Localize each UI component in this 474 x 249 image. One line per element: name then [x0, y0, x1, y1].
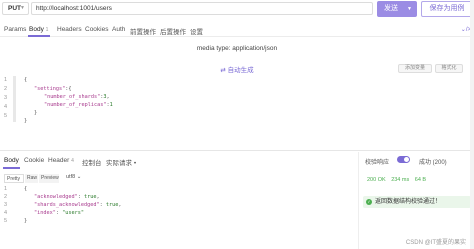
tab-settings[interactable]: 设置 — [190, 26, 203, 36]
tab-cookies[interactable]: Cookies — [85, 26, 108, 33]
validation-message: 返回数据结构校验通过！ — [375, 199, 442, 205]
tab-body[interactable]: Body 1 — [29, 26, 48, 33]
line-number: 1 — [4, 77, 8, 83]
active-tab-indicator — [3, 167, 20, 169]
indent-guide — [13, 76, 16, 122]
code-line: } — [34, 110, 38, 116]
chevron-down-icon: ▼ — [407, 6, 412, 12]
tab-response-header[interactable]: Header 4 — [48, 157, 74, 164]
tab-post-actions[interactable]: 后置操作 — [160, 26, 186, 36]
code-line: "settings":{ — [34, 86, 72, 92]
line-number: 4 — [4, 104, 8, 110]
line-number: 4 — [4, 210, 8, 216]
request-tabs: Params Body 1 Headers Cookies Auth 前置操作 … — [0, 23, 474, 37]
encoding-select[interactable]: utf8 ⌄ — [66, 174, 81, 180]
url-input[interactable]: http://localhost:1001/users — [31, 2, 373, 15]
code-line: "index": "users" — [34, 210, 84, 216]
scrollbar[interactable] — [470, 0, 474, 249]
code-line: "shards_acknowledged": true, — [34, 202, 122, 208]
view-raw-button[interactable]: Raw — [25, 174, 38, 183]
request-body-editor[interactable]: 1 2 3 4 5 { "settings":{ "number_of_shar… — [0, 75, 474, 125]
response-body-viewer[interactable]: 1 2 3 4 5 { "acknowledged": true, "shard… — [0, 186, 350, 226]
tab-response-header-count: 4 — [71, 158, 74, 164]
view-pretty-button[interactable]: Pretty — [4, 174, 24, 183]
toggle-knob — [404, 157, 409, 162]
save-as-case-button[interactable]: 保存为用例 — [421, 1, 473, 17]
media-type-label: media type: application/json — [196, 45, 278, 52]
tab-response-cookie[interactable]: Cookie — [24, 157, 44, 164]
validation-result: ✓ 返回数据结构校验通过！ — [363, 196, 471, 208]
line-number: 5 — [4, 218, 8, 224]
watermark: CSDN @IT盛夏的果实 — [405, 240, 466, 246]
method-select[interactable]: PUT ▼ — [2, 2, 29, 15]
line-number: 3 — [4, 95, 8, 101]
active-tab-indicator — [28, 35, 50, 37]
method-value: PUT — [8, 5, 21, 12]
send-button[interactable]: 发送 ▼ — [377, 1, 417, 17]
tab-auth[interactable]: Auth — [112, 26, 125, 33]
status-dot: • — [133, 160, 137, 167]
code-line: "number_of_shards":3, — [44, 94, 110, 100]
validation-panel: 校验响应 成功 (200) 200 OK 234 ms 64 B ✓ 返回数据结… — [358, 152, 474, 249]
line-gutter: 1 2 3 4 5 — [0, 75, 14, 125]
code-line: "acknowledged": true, — [34, 194, 100, 200]
tab-response-header-label: Header — [48, 157, 70, 164]
check-icon: ✓ — [366, 199, 372, 205]
line-number: 1 — [4, 186, 8, 192]
response-size: 64 B — [414, 177, 427, 183]
view-preview-button[interactable]: Preview — [39, 174, 59, 183]
tab-body-count: 1 — [45, 27, 49, 33]
chevron-down-icon: ▼ — [20, 5, 25, 11]
line-number: 5 — [4, 113, 8, 119]
tab-actual-request[interactable]: 实际请求 • — [106, 157, 136, 167]
line-number: 2 — [4, 194, 8, 200]
status-code: 200 OK — [367, 177, 386, 183]
response-tabs: Body Cookie Header 4 控制台 实际请求 • — [0, 155, 350, 169]
request-url-bar: PUT ▼ http://localhost:1001/users 发送 ▼ 保… — [0, 0, 474, 19]
validate-response-label: 校验响应 — [365, 160, 390, 166]
code-line: } — [24, 118, 28, 124]
tab-response-body[interactable]: Body — [4, 157, 19, 164]
tab-params[interactable]: Params — [4, 26, 26, 33]
send-label: 发送 — [384, 5, 398, 12]
code-line: { — [24, 186, 28, 192]
response-status: 200 OK 234 ms 64 B — [367, 177, 426, 183]
line-number: 2 — [4, 86, 8, 92]
tab-pre-actions[interactable]: 前置操作 — [130, 26, 156, 36]
code-line: "number_of_replicas":1 — [44, 102, 113, 108]
line-number: 3 — [4, 202, 8, 208]
add-variable-button[interactable]: 添加变量 — [398, 64, 432, 73]
validate-toggle[interactable] — [397, 156, 410, 163]
response-time: 234 ms — [391, 177, 410, 183]
code-line: } — [24, 218, 28, 224]
tab-headers[interactable]: Headers — [57, 26, 82, 33]
tab-console[interactable]: 控制台 — [82, 157, 102, 167]
format-button[interactable]: 格式化 — [435, 64, 463, 73]
success-status-select[interactable]: 成功 (200) — [419, 157, 447, 166]
panel-divider[interactable] — [0, 150, 474, 151]
tab-actual-request-label: 实际请求 — [106, 160, 132, 167]
tab-body-label: Body — [29, 26, 44, 33]
code-line: { — [24, 77, 28, 83]
magic-icon: ⇄ — [220, 67, 228, 74]
auto-generate-label: 自动生成 — [227, 67, 254, 74]
